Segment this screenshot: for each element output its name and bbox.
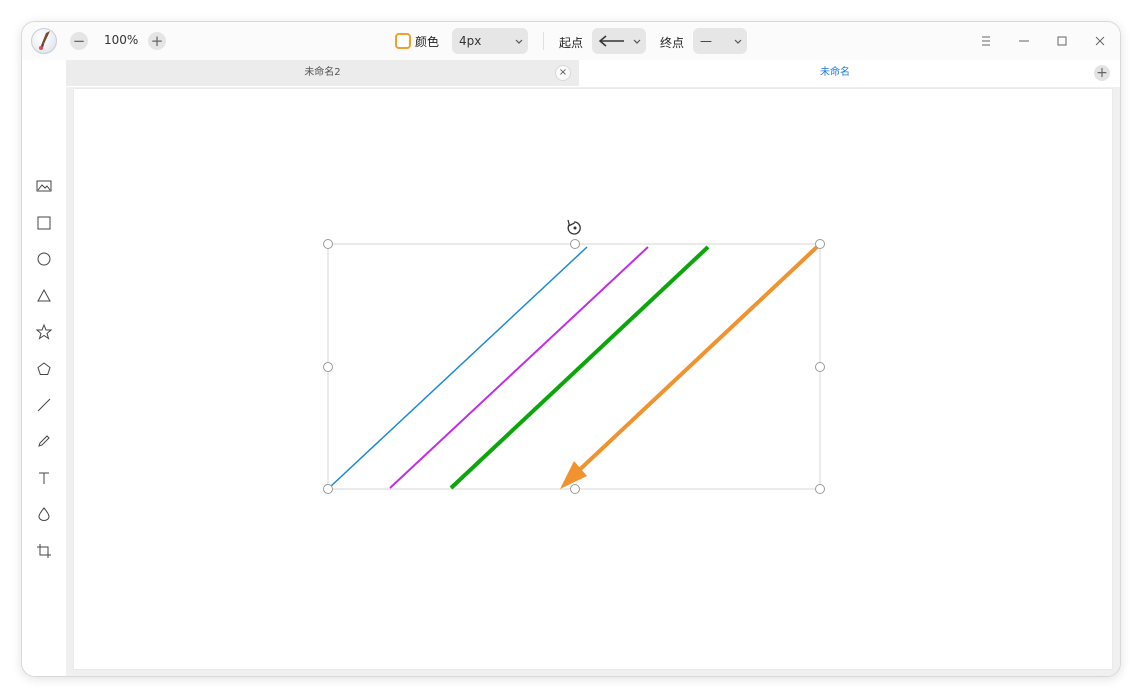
end-point-label: 终点: [660, 36, 685, 50]
zoom-in-button[interactable]: +: [148, 32, 166, 50]
chevron-down-icon: [734, 39, 742, 44]
star-icon[interactable]: [35, 323, 53, 341]
zoom-level[interactable]: 100%: [104, 33, 138, 47]
tab-untitled-2[interactable]: 未命名2: [66, 60, 579, 86]
color-label[interactable]: 颜色: [415, 33, 439, 50]
tab-label: 未命名: [820, 67, 850, 78]
canvas-drawing: [323, 219, 825, 494]
tab-bar: 未命名2 × 未命名 +: [66, 60, 1120, 88]
resize-handle[interactable]: [323, 484, 333, 494]
app-window: − 100% + 颜色 4px 起点 终点 — 未命名2 × 未命名 +: [21, 21, 1121, 677]
end-point-value: —: [700, 34, 712, 48]
resize-handle[interactable]: [815, 362, 825, 372]
chevron-down-icon: [633, 39, 641, 44]
pencil-icon[interactable]: [35, 432, 53, 450]
polygon-icon[interactable]: [35, 360, 53, 378]
color-picker-icon[interactable]: [395, 33, 411, 49]
start-point-label: 起点: [559, 36, 584, 50]
resize-handle[interactable]: [570, 239, 580, 249]
tab-untitled[interactable]: 未命名: [579, 60, 1091, 86]
toolbar-divider: [543, 32, 544, 50]
maximize-icon[interactable]: [1052, 31, 1072, 51]
close-icon[interactable]: [1090, 31, 1110, 51]
green-line[interactable]: [449, 245, 710, 490]
tab-close-button[interactable]: ×: [555, 65, 571, 81]
selection-box[interactable]: [327, 243, 821, 490]
image-icon[interactable]: [35, 177, 53, 195]
crop-icon[interactable]: [35, 542, 53, 560]
text-icon[interactable]: [35, 469, 53, 487]
ellipse-icon[interactable]: [35, 250, 53, 268]
resize-handle[interactable]: [570, 484, 580, 494]
stroke-width-value: 4px: [459, 34, 482, 48]
add-tab-button[interactable]: +: [1094, 65, 1110, 81]
blue-line[interactable]: [329, 246, 588, 488]
tab-label: 未命名2: [304, 67, 341, 78]
chevron-down-icon: [515, 39, 523, 44]
minimize-icon[interactable]: [1014, 31, 1034, 51]
drawing-canvas[interactable]: [74, 89, 1112, 669]
start-point-select[interactable]: [592, 28, 646, 54]
tool-sidebar: [22, 60, 66, 676]
resize-handle[interactable]: [323, 239, 333, 249]
title-bar: − 100% + 颜色 4px 起点 终点 —: [22, 22, 1120, 61]
end-point-select[interactable]: —: [693, 28, 747, 54]
resize-handle[interactable]: [815, 239, 825, 249]
zoom-out-button[interactable]: −: [70, 32, 88, 50]
blur-icon[interactable]: [35, 505, 53, 523]
stroke-width-select[interactable]: 4px: [452, 28, 528, 54]
triangle-icon[interactable]: [35, 287, 53, 305]
resize-handle[interactable]: [323, 362, 333, 372]
line-icon[interactable]: [35, 396, 53, 414]
resize-handle[interactable]: [815, 484, 825, 494]
canvas-area: [66, 87, 1120, 676]
app-logo-icon: [31, 28, 57, 54]
menu-icon[interactable]: [976, 31, 996, 51]
purple-line[interactable]: [389, 246, 649, 489]
rectangle-icon[interactable]: [35, 214, 53, 232]
rotate-handle-icon[interactable]: [567, 219, 581, 235]
arrow-left-icon: [598, 35, 624, 47]
orange-arrow[interactable]: [572, 244, 820, 477]
